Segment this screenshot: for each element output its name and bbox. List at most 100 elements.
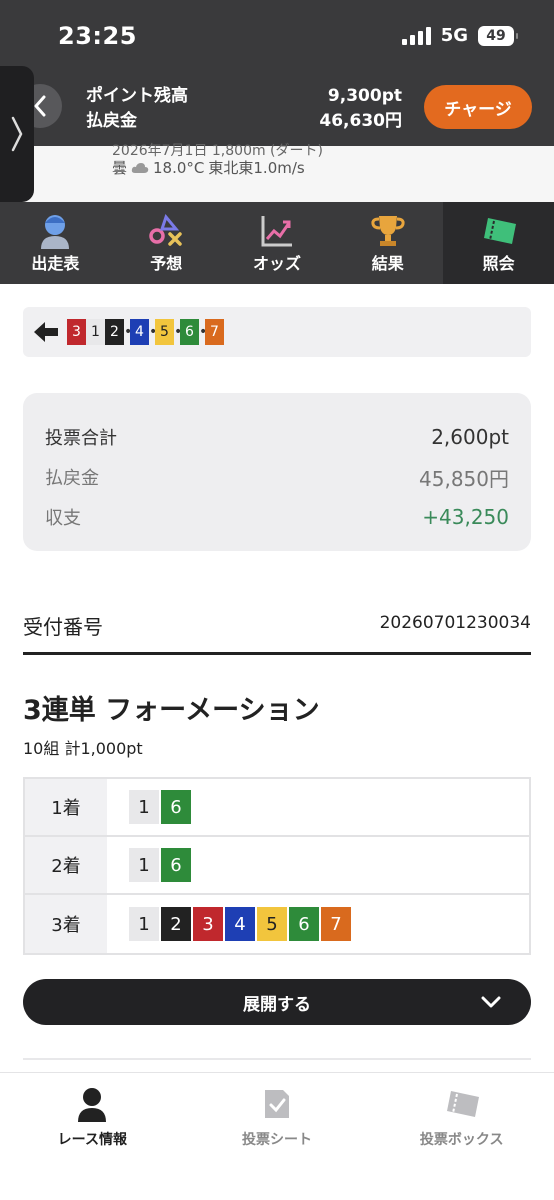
receipt-number-row: 受付番号 20260701230034 — [23, 603, 531, 655]
race-info-icon — [78, 1088, 107, 1122]
refund-label: 払戻金 — [45, 468, 99, 489]
place-label: 3着 — [25, 895, 107, 953]
tab-prediction[interactable]: 予想 — [111, 202, 222, 284]
formation-table: 1着 1 6 2着 1 6 3着 1 2 3 4 5 6 7 — [23, 777, 531, 955]
points-values: 9,300pt 46,630円 — [319, 84, 402, 134]
cloud-icon — [131, 162, 149, 173]
horse-numbers: 16 — [107, 837, 529, 893]
place-label: 2着 — [25, 837, 107, 893]
receipt-value: 20260701230034 — [379, 613, 531, 633]
horse-number-box: 5 — [257, 907, 287, 941]
horse-number-box: 6 — [289, 907, 319, 941]
formation-row: 3着 1 2 3 4 5 6 7 — [25, 895, 529, 953]
balance-label: 収支 — [45, 508, 81, 529]
expand-label: 展開する — [243, 994, 311, 1015]
vote-sheet-icon — [265, 1090, 289, 1118]
side-drawer-handle[interactable] — [0, 66, 34, 202]
result-number: 5 — [155, 319, 174, 345]
formation-row: 1着 1 6 — [25, 779, 529, 837]
status-indicators: 5G 49 — [401, 25, 518, 46]
result-number: 3 — [67, 319, 86, 345]
tab-results[interactable]: 結果 — [332, 202, 443, 284]
weather-line: 曇 18.0°C 東北東1.0m/s — [112, 157, 305, 178]
horse-number-box: 6 — [161, 848, 191, 882]
horse-number-box: 4 — [225, 907, 255, 941]
refund-value: 46,630円 — [319, 111, 402, 131]
status-time: 23:25 — [58, 22, 137, 50]
formation-row: 2着 1 6 — [25, 837, 529, 895]
horse-number-box: 1 — [129, 907, 159, 941]
horse-number-box: 6 — [161, 790, 191, 824]
temperature: 18.0°C — [153, 158, 205, 177]
tab-label: 予想 — [150, 254, 183, 273]
signal-icon — [401, 26, 431, 45]
prediction-icon — [149, 214, 182, 246]
expand-button[interactable]: 展開する — [23, 979, 531, 1025]
bottom-nav-label: 投票シート — [242, 1132, 312, 1148]
status-bar: 23:25 5G 49 — [0, 0, 554, 72]
network-type: 5G — [440, 25, 468, 46]
summary-balance-row: 収支 +43,250 — [45, 497, 509, 537]
bottom-nav-label: レース情報 — [57, 1132, 127, 1148]
tab-label: オッズ — [252, 254, 301, 273]
bottom-nav: レース情報 投票シート 投票ボックス — [0, 1072, 554, 1200]
points-balance-label: ポイント残高 — [86, 86, 188, 106]
result-number: 1 — [86, 319, 105, 345]
horse-number-box: 1 — [129, 790, 159, 824]
ticket-icon — [483, 218, 516, 244]
bet-type-title: 3連単 フォーメーション — [23, 695, 320, 726]
race-info-strip: 2026年7月1日 1,800m (ダート) 曇 18.0°C 東北東1.0m/… — [0, 143, 554, 202]
wind: 東北東1.0m/s — [208, 159, 305, 177]
place-label: 1着 — [25, 779, 107, 835]
tab-label: 出走表 — [31, 254, 80, 273]
bottom-nav-vote-box[interactable]: 投票ボックス — [369, 1073, 554, 1200]
tab-label: 結果 — [371, 254, 404, 273]
horse-number-box: 2 — [161, 907, 191, 941]
chevron-down-icon — [481, 996, 501, 1008]
points-header: ポイント残高 払戻金 9,300pt 46,630円 チャージ — [0, 72, 554, 146]
tab-entries[interactable]: 出走表 — [0, 202, 111, 284]
race-tab-nav: 出走表 予想 オッズ 結果 照会 — [0, 202, 554, 284]
trophy-icon — [371, 216, 405, 246]
chevron-right-icon — [11, 116, 23, 152]
chevron-left-icon — [34, 95, 46, 117]
vote-box-icon — [446, 1091, 479, 1117]
refund-label: 払戻金 — [86, 111, 137, 131]
odds-chart-icon — [261, 216, 292, 247]
receipt-label: 受付番号 — [23, 615, 103, 639]
bet-count-subtitle: 10組 計1,000pt — [23, 739, 143, 758]
refund-value: 45,850円 — [419, 466, 509, 491]
horse-number-box: 7 — [321, 907, 351, 941]
result-number: 4 — [130, 319, 149, 345]
section-divider — [23, 1058, 531, 1060]
result-number: 2 — [105, 319, 124, 345]
points-labels: ポイント残高 払戻金 — [86, 84, 188, 134]
bottom-nav-race-info[interactable]: レース情報 — [0, 1073, 185, 1200]
jockey-icon — [41, 215, 70, 249]
balance-value: +43,250 — [422, 505, 509, 529]
horse-numbers: 1234567 — [107, 895, 529, 953]
battery-icon: 49 — [478, 25, 518, 46]
total-label: 投票合計 — [45, 428, 117, 449]
summary-total-row: 投票合計 2,600pt — [45, 417, 509, 457]
tab-inquiry[interactable]: 照会 — [443, 202, 554, 284]
weather-label: 曇 — [112, 159, 128, 177]
horse-number-box: 1 — [129, 848, 159, 882]
charge-button[interactable]: チャージ — [424, 85, 532, 129]
bottom-nav-vote-sheet[interactable]: 投票シート — [185, 1073, 370, 1200]
bet-summary-card: 投票合計 2,600pt 払戻金 45,850円 収支 +43,250 — [23, 393, 531, 551]
horse-number-box: 3 — [193, 907, 223, 941]
tab-odds[interactable]: オッズ — [222, 202, 333, 284]
points-balance-value: 9,300pt — [327, 86, 402, 106]
horse-numbers: 16 — [107, 779, 529, 835]
arrow-left-icon — [34, 322, 58, 342]
result-number: 7 — [205, 319, 224, 345]
result-order-strip[interactable]: 3 1 2 • 4 • 5 • 6 • 7 — [23, 307, 531, 357]
total-value: 2,600pt — [431, 425, 509, 449]
result-number: 6 — [180, 319, 199, 345]
bottom-nav-label: 投票ボックス — [419, 1132, 504, 1148]
battery-level: 49 — [486, 27, 506, 44]
result-numbers: 3 1 2 • 4 • 5 • 6 • 7 — [67, 319, 224, 345]
summary-refund-row: 払戻金 45,850円 — [45, 457, 509, 497]
tab-label: 照会 — [482, 254, 515, 273]
